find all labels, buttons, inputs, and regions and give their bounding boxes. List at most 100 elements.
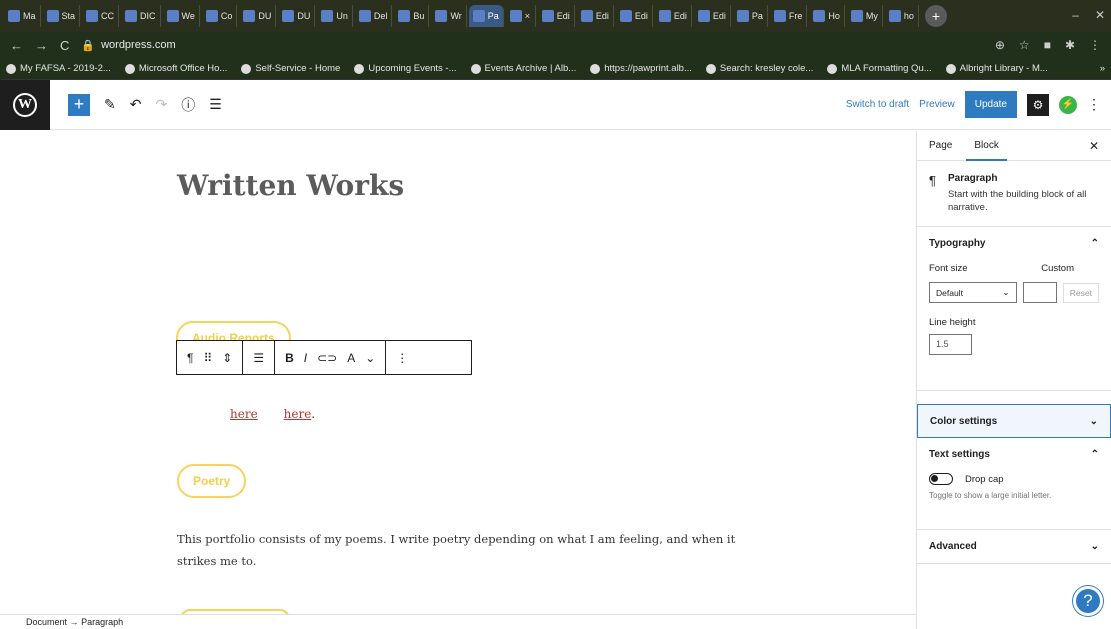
browser-tab[interactable]: Ma — [4, 5, 41, 27]
line-height-input[interactable]: 1.5 — [929, 334, 972, 355]
browser-tab[interactable]: Del — [355, 5, 393, 27]
tab-label: Bu — [413, 11, 425, 21]
bookmark-item[interactable]: Self-Service - Home — [241, 63, 340, 74]
switch-to-draft-button[interactable]: Switch to draft — [846, 99, 909, 110]
advanced-panel[interactable]: Advanced ⌄ — [917, 530, 1111, 564]
browser-tab[interactable]: Un — [317, 5, 353, 27]
browser-tab[interactable]: DU — [278, 5, 316, 27]
close-window-icon[interactable]: ✕ — [1095, 8, 1105, 22]
browser-tab[interactable]: Wr — [431, 5, 467, 27]
font-size-value: Default — [936, 287, 963, 298]
redo-icon[interactable]: ↷ — [155, 96, 167, 113]
text-color-button[interactable]: A — [347, 351, 355, 365]
bookmark-item[interactable]: MLA Formatting Qu... — [827, 63, 932, 74]
bold-button[interactable]: B — [285, 351, 294, 365]
reset-button[interactable]: Reset — [1062, 282, 1099, 303]
browser-tab[interactable]: CC — [82, 5, 120, 27]
wordpress-logo-button[interactable]: W — [0, 79, 50, 130]
browser-tab[interactable]: My — [847, 5, 883, 27]
info-icon[interactable]: ⓘ — [181, 95, 195, 115]
help-button[interactable]: ? — [1073, 586, 1103, 616]
poetry-button[interactable]: Poetry — [177, 464, 247, 498]
block-options-icon[interactable]: ⋮ — [396, 351, 408, 365]
star-icon[interactable]: ☆ — [1019, 38, 1030, 52]
reload-icon[interactable]: C — [60, 38, 69, 53]
browser-tab[interactable]: Fre — [770, 5, 808, 27]
page-title[interactable]: Written Works — [177, 169, 404, 202]
here-link-2[interactable]: here — [284, 407, 312, 421]
tab-block[interactable]: Block — [966, 140, 1008, 161]
bookmark-item[interactable]: Albright Library - M... — [945, 63, 1048, 74]
move-up-down-icon[interactable]: ⇕ — [222, 351, 232, 365]
browser-tab[interactable]: Bu — [394, 5, 430, 27]
browser-tab[interactable]: × — [506, 5, 536, 27]
settings-gear-icon[interactable]: ⚙ — [1027, 93, 1049, 116]
tab-favicon-icon — [888, 10, 901, 22]
bookmark-item[interactable]: Events Archive | Alb... — [470, 63, 576, 74]
new-tab-button[interactable]: + — [924, 5, 947, 27]
tab-label: My — [865, 11, 878, 21]
breadcrumb-document[interactable]: Document — [26, 617, 67, 627]
browser-tab[interactable]: Edi — [616, 5, 653, 27]
typography-panel-header[interactable]: Typography ⌃ — [917, 227, 1111, 260]
browser-tab[interactable]: Sta — [43, 5, 81, 27]
bookmark-item[interactable]: Search: kresley cole... — [705, 63, 813, 74]
font-size-select[interactable]: Default ⌄ — [929, 282, 1017, 303]
browser-tab[interactable]: Co — [202, 5, 238, 27]
chevron-down-icon: ⌄ — [1090, 541, 1099, 552]
forward-icon[interactable]: → — [35, 38, 48, 53]
jetpack-icon[interactable]: ⚡ — [1059, 95, 1077, 114]
tab-favicon-icon — [398, 10, 411, 22]
browser-tab[interactable]: DIC — [121, 5, 161, 27]
preview-button[interactable]: Preview — [919, 99, 955, 110]
bookmarks-overflow-icon[interactable]: » — [1100, 63, 1105, 74]
undo-icon[interactable]: ↶ — [130, 96, 142, 113]
extension-icon[interactable]: ■ — [1044, 38, 1051, 52]
minimize-icon[interactable]: – — [1072, 8, 1079, 22]
link-icon[interactable]: ⊂⊃ — [317, 351, 337, 365]
breadcrumb-paragraph[interactable]: Paragraph — [81, 617, 123, 627]
browser-tab[interactable]: Ho — [809, 5, 845, 27]
bookmark-label: Albright Library - M... — [959, 63, 1048, 74]
text-settings-header[interactable]: Text settings ⌃ — [917, 438, 1111, 471]
back-icon[interactable]: ← — [10, 38, 23, 53]
browser-tab[interactable]: ho — [885, 5, 919, 27]
drop-cap-toggle[interactable] — [929, 473, 953, 485]
color-settings-panel[interactable]: Color settings ⌄ — [917, 404, 1111, 438]
drag-handle-icon[interactable]: ⠿ — [203, 351, 212, 365]
bookmark-item[interactable]: Microsoft Office Ho... — [124, 63, 227, 74]
edit-pencil-icon[interactable]: ✎ — [104, 96, 116, 113]
browser-tab[interactable]: Edi — [655, 5, 692, 27]
browser-tab[interactable]: DU — [239, 5, 277, 27]
extensions-puzzle-icon[interactable]: ✱ — [1065, 38, 1075, 52]
zoom-icon[interactable]: ⊕ — [995, 38, 1005, 52]
bookmark-item[interactable]: My FAFSA - 2019-2... — [6, 63, 111, 74]
custom-font-size-input[interactable] — [1022, 282, 1057, 303]
close-sidebar-icon[interactable]: ✕ — [1089, 139, 1099, 153]
italic-button[interactable]: I — [304, 351, 307, 365]
browser-tab[interactable]: Edi — [577, 5, 614, 27]
browser-tab[interactable]: Pa — [468, 5, 504, 27]
tab-label: Ho — [828, 11, 840, 21]
here-link-1[interactable]: here — [230, 407, 258, 421]
browser-tab[interactable]: Edi — [538, 5, 575, 27]
tab-page[interactable]: Page — [929, 140, 952, 151]
update-button[interactable]: Update — [964, 91, 1017, 118]
address-bar[interactable]: 🔒 wordpress.com — [81, 39, 175, 52]
bookmark-item[interactable]: Upcoming Events -... — [354, 63, 457, 74]
paragraph-block-icon[interactable]: ¶ — [187, 351, 193, 365]
browser-menu-icon[interactable]: ⋮ — [1089, 38, 1101, 52]
bookmark-item[interactable]: https://pawprint.alb... — [590, 63, 692, 74]
browser-tab[interactable]: Edi — [694, 5, 731, 27]
custom-label: Custom — [1041, 263, 1074, 274]
list-view-icon[interactable]: ☰ — [209, 96, 222, 113]
align-left-icon[interactable]: ☰ — [253, 351, 264, 365]
add-block-button[interactable]: + — [68, 93, 90, 116]
more-rich-text-icon[interactable]: ⌄ — [365, 351, 375, 365]
browser-tab-strip: Ma Sta CC DIC We Co DU DU Un Del Bu Wr Pa × Edi Edi Edi E… — [0, 0, 1111, 32]
more-options-icon[interactable]: ⋮ — [1087, 96, 1101, 113]
poetry-paragraph[interactable]: This portfolio consists of my poems. I w… — [177, 528, 757, 572]
browser-tab[interactable]: We — [163, 5, 200, 27]
browser-tab[interactable]: Pa — [733, 5, 768, 27]
browser-omnibar: ← → C 🔒 wordpress.com ⊕ ☆ ■ ✱ ⋮ — [0, 32, 1111, 58]
